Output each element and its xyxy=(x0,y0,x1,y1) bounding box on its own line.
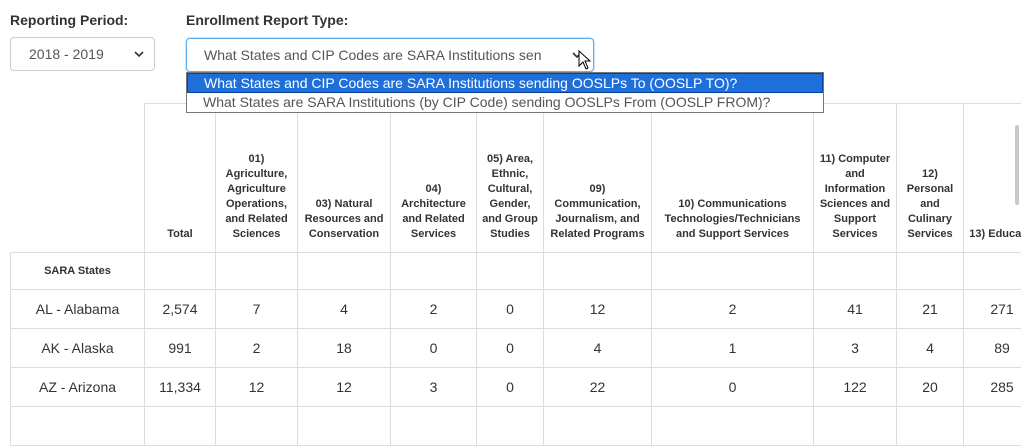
cell: 4 xyxy=(544,329,652,368)
report-type-option-ooslp-to[interactable]: What States and CIP Codes are SARA Insti… xyxy=(187,73,823,93)
cell: 12 xyxy=(298,368,391,407)
cell: 0 xyxy=(477,368,544,407)
cell: 12 xyxy=(544,290,652,329)
cell: 22 xyxy=(544,368,652,407)
cell: 0 xyxy=(652,368,814,407)
chevron-down-icon xyxy=(132,47,146,61)
cell: 4 xyxy=(897,329,964,368)
header-total[interactable]: Total xyxy=(145,104,216,253)
group-label-sara-states: SARA States xyxy=(11,253,145,290)
cell: 18 xyxy=(298,329,391,368)
table-row: AZ - Arizona 11,334 12 12 3 0 22 0 122 2… xyxy=(11,368,1021,407)
reporting-period-label: Reporting Period: xyxy=(10,12,128,28)
cell: 0 xyxy=(391,329,477,368)
cell: 21 xyxy=(897,290,964,329)
cell: 3 xyxy=(391,368,477,407)
header-cip-09[interactable]: 09) Communication, Journalism, and Relat… xyxy=(544,104,652,253)
header-state xyxy=(11,104,145,253)
cell: 2 xyxy=(391,290,477,329)
vertical-scrollbar[interactable] xyxy=(1015,125,1019,205)
reporting-period-value: 2018 - 2019 xyxy=(29,46,104,62)
reporting-period-select[interactable]: 2018 - 2019 xyxy=(10,37,155,71)
cell: 0 xyxy=(477,290,544,329)
row-state: AK - Alaska xyxy=(11,329,145,368)
table-row: AK - Alaska 991 2 18 0 0 4 1 3 4 89 xyxy=(11,329,1021,368)
cell: 271 xyxy=(964,290,1021,329)
table-row: AL - Alabama 2,574 7 4 2 0 12 2 41 21 27… xyxy=(11,290,1021,329)
header-cip-12[interactable]: 12) Personal and Culinary Services xyxy=(897,104,964,253)
header-cip-10[interactable]: 10) Communications Technologies/Technici… xyxy=(652,104,814,253)
report-type-dropdown: What States and CIP Codes are SARA Insti… xyxy=(186,72,824,113)
cell: 12 xyxy=(216,368,298,407)
header-cip-04[interactable]: 04) Architecture and Related Services xyxy=(391,104,477,253)
cell: 7 xyxy=(216,290,298,329)
cell: 285 xyxy=(964,368,1021,407)
cell: 2 xyxy=(216,329,298,368)
report-type-label: Enrollment Report Type: xyxy=(186,12,348,28)
header-cip-05[interactable]: 05) Area, Ethnic, Cultural, Gender, and … xyxy=(477,104,544,253)
report-type-select[interactable]: What States and CIP Codes are SARA Insti… xyxy=(186,38,594,72)
mouse-pointer-icon xyxy=(578,50,592,70)
cell: 2 xyxy=(652,290,814,329)
row-state: AL - Alabama xyxy=(11,290,145,329)
header-cip-03[interactable]: 03) Natural Resources and Conservation xyxy=(298,104,391,253)
report-type-value: What States and CIP Codes are SARA Insti… xyxy=(204,47,564,63)
table-header-row: Total 01) Agriculture, Agriculture Opera… xyxy=(11,104,1021,253)
cell: 991 xyxy=(145,329,216,368)
header-cip-13[interactable]: 13) Educatio xyxy=(964,104,1021,253)
report-type-option-ooslp-from[interactable]: What States are SARA Institutions (by CI… xyxy=(187,93,823,112)
table-group-row: SARA States xyxy=(11,253,1021,290)
table-row xyxy=(11,407,1021,446)
cell: 0 xyxy=(477,329,544,368)
cell: 1 xyxy=(652,329,814,368)
header-cip-01[interactable]: 01) Agriculture, Agriculture Operations,… xyxy=(216,104,298,253)
cell: 11,334 xyxy=(145,368,216,407)
cell: 2,574 xyxy=(145,290,216,329)
cell: 89 xyxy=(964,329,1021,368)
header-cip-11[interactable]: 11) Computer and Information Sciences an… xyxy=(814,104,897,253)
cell: 122 xyxy=(814,368,897,407)
enrollment-table: Total 01) Agriculture, Agriculture Opera… xyxy=(10,103,1021,446)
row-state: AZ - Arizona xyxy=(11,368,145,407)
cell: 20 xyxy=(897,368,964,407)
cell: 3 xyxy=(814,329,897,368)
cell: 41 xyxy=(814,290,897,329)
cell: 4 xyxy=(298,290,391,329)
